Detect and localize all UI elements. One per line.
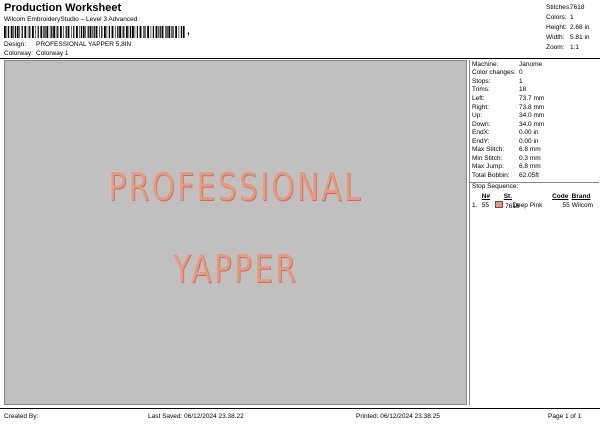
machine-param-row: Total Bobbin: 62.05ft [470,171,599,180]
design-name-row: Design: PROFESSIONAL YAPPER 5,8IN [4,41,131,48]
param-value: 34.0 mm [519,120,545,128]
design-label: Design: [4,41,27,48]
software-subtitle: Wilcom EmbroideryStudio – Level 3 Advanc… [4,16,138,23]
machine-param-row: Machine: Janome [470,60,599,69]
barcode [4,26,185,38]
colorway-row: Colorway: Colorway 1 [4,50,69,57]
machine-param-row: Down: 34.0 mm [470,120,599,129]
param-value: 1 [519,77,523,85]
machine-param-row: Max Stitch: 6.8 mm [470,145,599,154]
param-value: 0.00 in [519,129,539,137]
param-label: EndY: [472,137,490,145]
stop-sequence-columns: N# St. Code Brand [470,192,599,201]
machine-param-row: EndY: 0.00 in [470,137,599,146]
param-value: Janome [519,60,543,68]
param-value: 62.05ft [519,171,539,179]
param-label: Min Stitch: [472,154,503,162]
machine-param-row: Max Jump: 6.8 mm [470,163,599,172]
machine-params-list: Machine: Janome Color changes: 0 Stops: 1 Trim… [470,60,599,180]
machine-param-row: Trims: 18 [470,86,599,95]
design-stats: Stitches: 7618 Colors: 1 Height: 2.68 in Wi… [546,2,598,53]
col-st: St. [503,192,513,200]
stat-height: Height: 2.68 in [546,23,590,31]
param-value: 6.8 mm [519,146,541,154]
footer-last-saved: Last Saved: 06/12/2024 23.38.22 [148,413,244,420]
design-text-line-1: PROFESSIONAL [108,165,363,209]
thread-color-swatch [495,200,504,208]
header-divider [0,58,600,59]
param-label: Total Bobbin: [472,171,510,179]
col-brand: Brand [571,192,591,200]
param-label: Stops: [472,77,491,85]
param-label: Max Jump: [472,163,504,171]
col-code: Code [552,192,569,200]
param-label: Left: [472,94,485,102]
machine-param-row: Right: 73.8 mm [470,103,599,112]
footer-page-number: Page 1 of 1 [548,413,582,420]
param-label: EndX: [472,129,490,137]
design-value: PROFESSIONAL YAPPER 5,8IN [36,41,132,48]
footer-created-by: Created By: [4,413,39,420]
param-label: Machine: [472,60,499,68]
param-label: Max Stitch: [472,146,505,154]
param-value: 0 [519,69,523,77]
page-footer: Created By: Last Saved: 06/12/2024 23.38… [0,408,600,425]
machine-param-row: Up: 34.0 mm [470,111,599,120]
param-value: 73.8 mm [519,103,545,111]
machine-param-row: Left: 73.7 mm [470,94,599,103]
stat-stitches: Stitches: 7618 [546,3,585,11]
param-label: Up: [472,112,483,120]
colorway-value: Colorway 1 [36,50,69,57]
param-value: 6.8 mm [519,163,541,171]
colorway-label: Colorway: [4,50,33,57]
machine-param-row: Stops: 1 [470,77,599,86]
stat-width: Width: 5.81 in [546,34,590,42]
param-value: 18 [519,86,527,94]
param-label: Right: [472,103,489,111]
barcode-suffix: , [187,26,190,37]
worksheet-title: Production Worksheet [4,2,122,14]
col-n: N# [481,192,491,200]
param-value: 0.00 in [519,137,539,145]
param-label: Down: [472,120,491,128]
param-label: Color changes: [472,69,516,77]
design-preview-canvas: PROFESSIONAL YAPPER [4,60,467,405]
param-value: 34.0 mm [519,112,545,120]
stop-sequence-row: 1. 55 7618 Deep Pink 55 Wilcom [472,200,594,210]
param-value: 73.7 mm [519,94,545,102]
stat-zoom: Zoom: 1:1 [546,44,580,52]
stat-colors: Colors: 1 [546,13,574,21]
machine-info-panel: Machine: Janome Color changes: 0 Stops: 1 Trim… [469,60,599,405]
machine-param-row: Color changes: 0 [470,69,599,78]
machine-param-row: Min Stitch: 0.3 mm [470,154,599,163]
param-label: Trims: [472,86,490,94]
design-text-line-2: YAPPER [172,247,299,291]
machine-param-row: EndX: 0.00 in [470,128,599,137]
stop-sequence-heading: Stop Sequence: [470,181,599,192]
footer-printed: Printed: 06/12/2024 23.38.25 [356,413,440,420]
param-value: 0.3 mm [519,154,541,162]
